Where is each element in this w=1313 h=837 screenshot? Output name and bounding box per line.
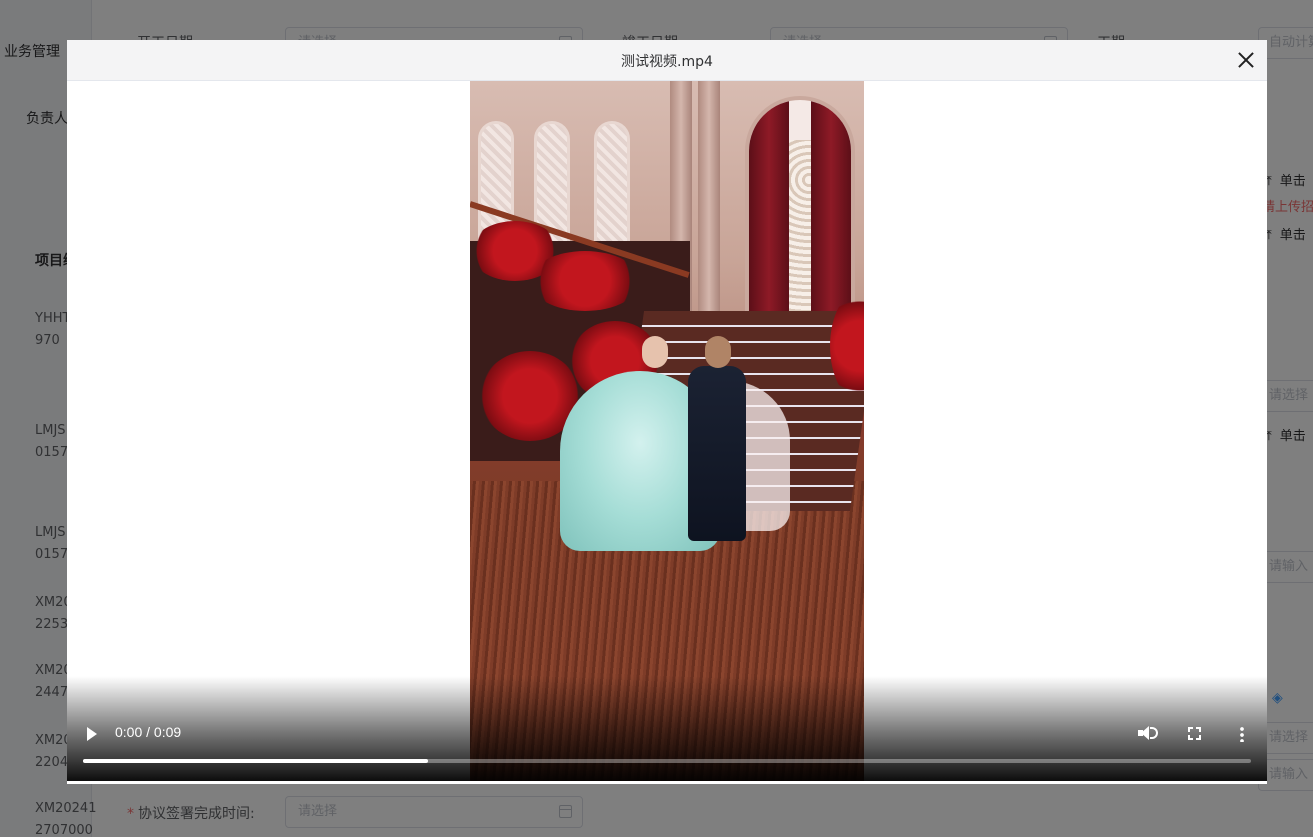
dialog-header: 测试视频.mp4 <box>67 40 1267 81</box>
scene-groom-head <box>705 336 731 368</box>
scene-curtain <box>749 100 789 322</box>
video-progress-fill <box>83 759 428 763</box>
fullscreen-icon[interactable] <box>1188 727 1201 740</box>
video-time: 0:00 / 0:09 <box>115 724 182 740</box>
more-vertical-icon[interactable] <box>1240 726 1244 742</box>
scene-curtain <box>811 100 851 322</box>
close-icon[interactable] <box>1235 49 1257 71</box>
scene-arch <box>745 96 855 326</box>
video-progress-bar[interactable] <box>83 759 1251 763</box>
scene-flowers <box>530 251 640 311</box>
dialog-title: 测试视频.mp4 <box>621 54 713 70</box>
video-controls-overlay <box>67 676 1267 781</box>
scene-window <box>594 121 630 251</box>
play-icon[interactable] <box>85 727 99 741</box>
scene-groom <box>688 366 746 541</box>
video-player[interactable]: 0:00 / 0:09 <box>67 81 1267 781</box>
scene-bride <box>642 336 668 368</box>
video-preview-dialog: 测试视频.mp4 0:00 / 0:09 <box>67 40 1267 784</box>
